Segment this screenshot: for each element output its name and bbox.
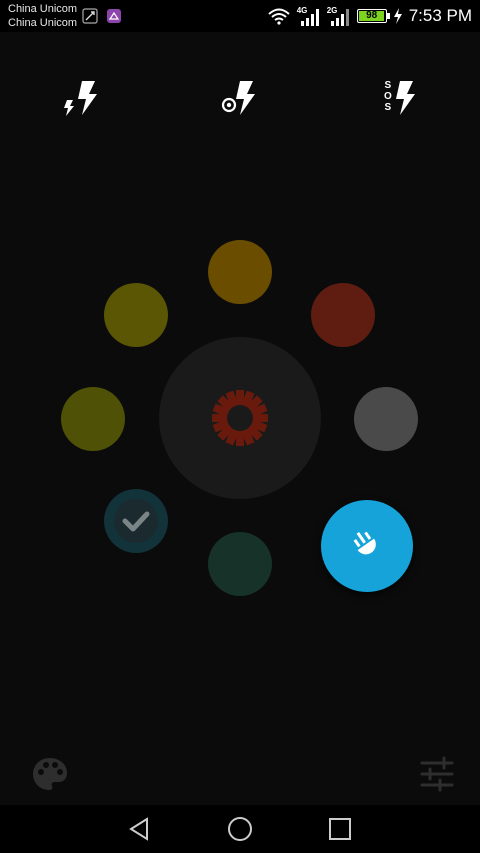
- battery-indicator: 98: [356, 9, 390, 23]
- recents-button[interactable]: [325, 814, 355, 844]
- flashlight-icon: [353, 531, 376, 555]
- strobe-mode-button[interactable]: [220, 78, 260, 118]
- color-teal-button[interactable]: [104, 489, 168, 553]
- app-notification-icon: [107, 9, 121, 23]
- status-bar: China Unicom China Unicom 4G 2G 98 7:53 …: [0, 0, 480, 32]
- gear-icon[interactable]: [210, 388, 270, 448]
- network-type-1: 4G: [296, 6, 308, 15]
- sos-letter: S: [384, 102, 392, 113]
- charging-icon: [393, 8, 402, 24]
- color-gray-button[interactable]: [354, 387, 418, 451]
- signal-2: 2G: [327, 4, 351, 28]
- signal-1: 4G: [297, 4, 321, 28]
- color-olive-button[interactable]: [61, 387, 125, 451]
- carrier-info: China Unicom China Unicom: [8, 2, 77, 30]
- home-button[interactable]: [225, 814, 255, 844]
- sos-letter: O: [384, 91, 392, 102]
- battery-tip: [386, 13, 390, 19]
- sos-letter: S: [384, 80, 392, 91]
- wifi-icon: [268, 8, 290, 25]
- sos-letters: S O S: [384, 80, 392, 113]
- sos-mode-button[interactable]: S O S: [380, 78, 420, 118]
- back-button[interactable]: [125, 814, 155, 844]
- recents-icon: [329, 818, 351, 840]
- back-icon: [129, 817, 148, 841]
- color-yellow-button[interactable]: [104, 283, 168, 347]
- network-type-2: 2G: [326, 6, 338, 15]
- palette-icon[interactable]: [31, 755, 69, 793]
- color-orange-button[interactable]: [208, 240, 272, 304]
- flashlight-toggle-button[interactable]: [321, 500, 413, 592]
- navigation-bar: [0, 805, 480, 853]
- flash-mode-button[interactable]: [62, 78, 102, 118]
- home-icon: [228, 817, 252, 841]
- color-red-button[interactable]: [311, 283, 375, 347]
- clock: 7:53 PM: [408, 6, 472, 25]
- battery-level: 98: [366, 10, 378, 21]
- usb-debug-icon: [82, 8, 98, 24]
- sliders-icon[interactable]: [418, 755, 456, 793]
- checkmark-icon: [114, 499, 158, 543]
- carrier-1: China Unicom: [8, 3, 78, 15]
- color-green-button[interactable]: [208, 532, 272, 596]
- status-right: 4G 2G 98 7:53 PM: [267, 0, 472, 32]
- carrier-2: China Unicom: [8, 17, 78, 29]
